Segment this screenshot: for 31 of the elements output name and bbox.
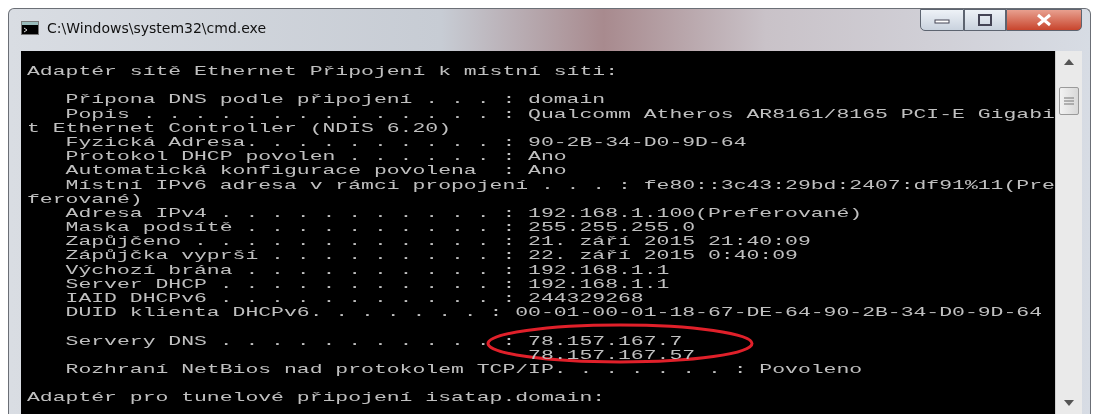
console-icon bbox=[21, 21, 39, 35]
console-line: Servery DNS . . . . . . . . . . . : 78.157.167.7 bbox=[64, 334, 683, 349]
console-line: Automatická konfigurace povolena : Ano bbox=[64, 164, 567, 179]
console-line: 78.157.167.57 bbox=[527, 348, 696, 363]
console-line: Rozhraní NetBios nad protokolem TCP/IP. . . . . . . : Povoleno bbox=[64, 362, 863, 378]
console-line: DUID klienta DHCPv6. . . . . . . : 00-01-00-01-18-67-DE-64-90-2B-34-D0-9D-64 bbox=[64, 306, 1042, 321]
console-line: ferované) bbox=[27, 192, 143, 207]
console-line: Adaptér sítě Ethernet Připojení k místní síti: bbox=[27, 65, 618, 80]
console-line: Výchozí brána . . . . . . . . . . : 192.168.1.1 bbox=[64, 263, 670, 278]
maximize-button[interactable] bbox=[964, 9, 1006, 31]
console-line: Server DHCP . . . . . . . . . . . : 192.168.1.1 bbox=[64, 277, 670, 292]
console-line: Protokol DHCP povolen . . . . . . : Ano bbox=[64, 150, 567, 165]
scrollbar[interactable] bbox=[1055, 51, 1082, 414]
console-line: Zapůjčeno . . . . . . . . . . . . : 21. září 2015 21:40:09 bbox=[64, 235, 811, 250]
console-line: t Ethernet Controller (NDIS 6.20) bbox=[27, 121, 451, 136]
window-title: C:\Windows\system32\cmd.exe bbox=[47, 20, 267, 36]
console-line: Zápůjčka vyprší . . . . . . . . . : 22. září 2015 0:40:09 bbox=[64, 249, 798, 264]
console-line: Adaptér pro tunelové připojení isatap.domain: bbox=[27, 391, 606, 406]
minimize-icon bbox=[934, 16, 950, 24]
console-line: Popis . . . . . . . . . . . . . . : Qualcomm Atheros AR8161/8165 PCI-E Gigabi bbox=[65, 107, 1055, 122]
console-line: Místní IPv6 adresa v rámci propojení . . . : fe80::3c43:29bd:2407:df91%11(Pre bbox=[64, 178, 1055, 193]
scroll-thumb[interactable] bbox=[1059, 87, 1079, 115]
console-line: Přípona DNS podle připojení . . . : domain bbox=[64, 93, 606, 108]
console-line: IAID DHCPv6 . . . . . . . . . . . : 244329268 bbox=[64, 292, 644, 307]
maximize-icon bbox=[977, 14, 993, 26]
minimize-button[interactable] bbox=[920, 9, 964, 31]
console-line: Maska podsítě . . . . . . . . . . : 255.255.255.0 bbox=[64, 221, 696, 236]
console-line: Fyzická Adresa. . . . . . . . . . : 90-2B-34-D0-9D-64 bbox=[64, 135, 747, 151]
close-button[interactable] bbox=[1006, 9, 1082, 31]
close-icon bbox=[1036, 13, 1052, 27]
console-line: Adresa IPv4 . . . . . . . . . . . : 192.168.1.100(Preferované) bbox=[65, 206, 863, 222]
